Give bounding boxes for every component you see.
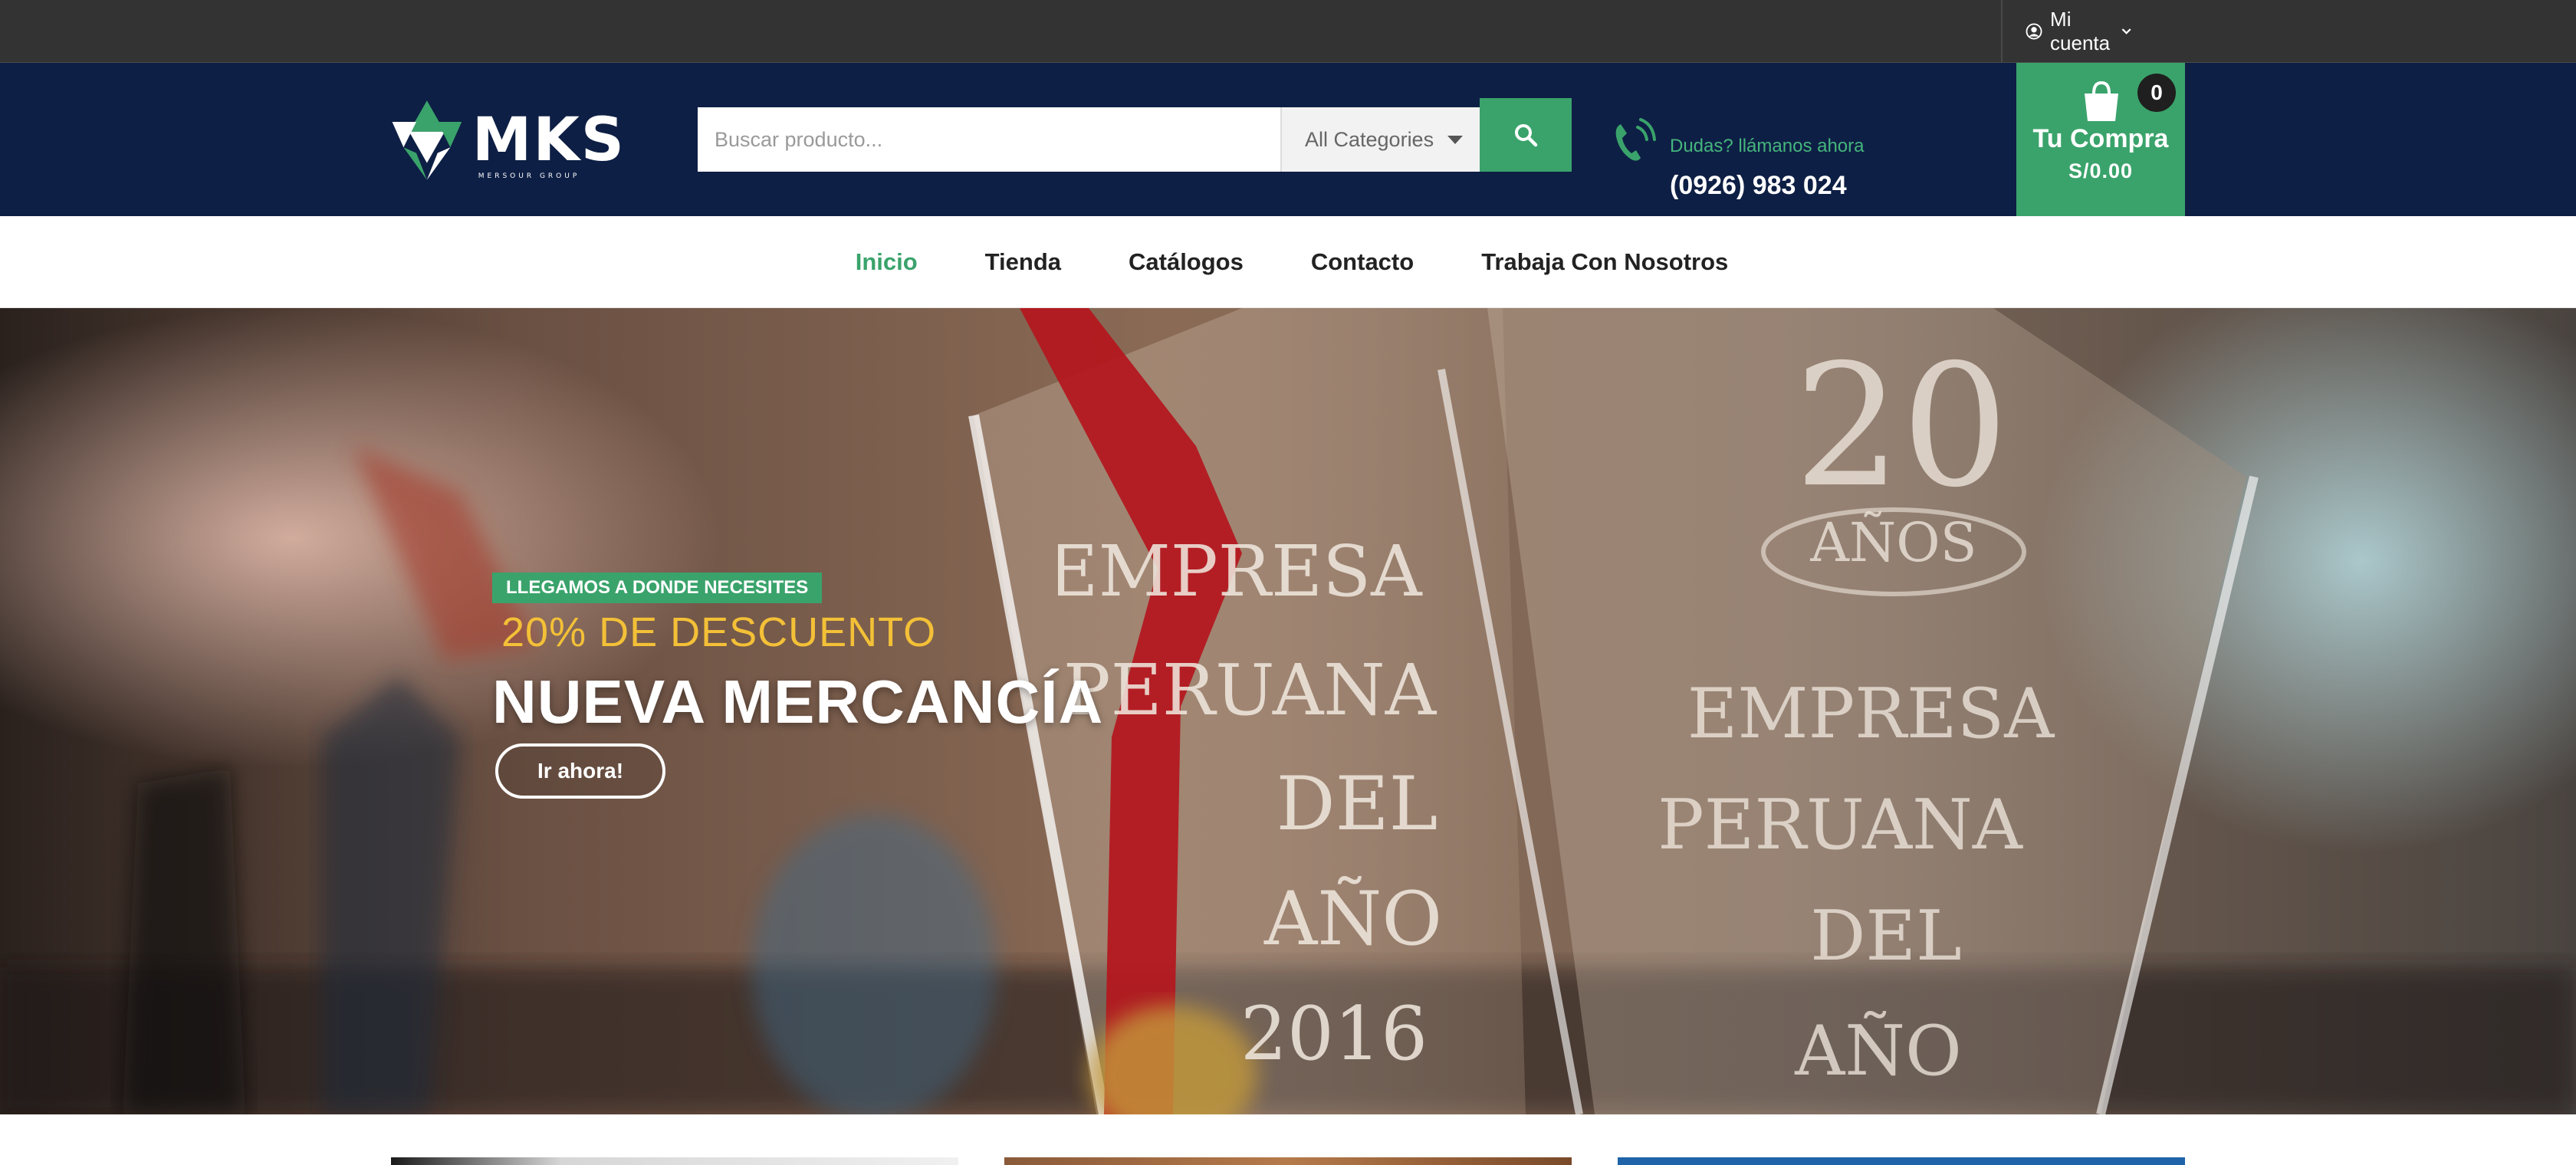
account-label: Mi cuenta [2050, 8, 2111, 54]
nav-item-inicio[interactable]: Inicio [856, 248, 918, 276]
user-icon [2026, 23, 2042, 40]
promo-card-2[interactable] [1004, 1157, 1572, 1165]
account-menu[interactable]: Mi cuenta [2001, 0, 2131, 63]
chevron-down-icon [2121, 28, 2131, 34]
trophy-line-2: PERUANA [1063, 649, 1438, 731]
site-header: MKS MERSOUR GROUP All Categories Dudas? … [0, 63, 2576, 216]
caret-down-icon [1447, 136, 1463, 144]
nav-item-trabaja[interactable]: Trabaja Con Nosotros [1481, 248, 1728, 276]
hero-kicker-badge: LLEGAMOS A DONDE NECESITES [492, 573, 823, 603]
cart-amount: S/0.00 [2068, 159, 2134, 182]
logo-mark-icon [392, 100, 462, 180]
nav-item-contacto[interactable]: Contacto [1311, 248, 1414, 276]
cart-count-badge: 0 [2137, 74, 2176, 112]
trophy-line-1: EMPRESA [1058, 538, 1423, 612]
phone-icon [1615, 118, 1656, 161]
trophy-r-line-3: DEL [1810, 896, 1962, 976]
category-select-value: All Categories [1305, 127, 1434, 151]
call-info: Dudas? llámanos ahora (0926) 983 024 [1670, 127, 1869, 206]
trophy-engraving-right: 20 AÑOS EMPRESA PERUANA DEL AÑO [1658, 328, 2055, 1091]
trophy-engraving-left: EMPRESA PERUANA DEL AÑO 2016 [1058, 538, 1442, 1077]
trophy-r-line-2: PERUANA [1658, 785, 2023, 865]
logo-wordmark: MKS MERSOUR GROUP [472, 106, 626, 180]
hero-banner: EMPRESA PERUANA DEL AÑO 2016 20 AÑOS EMP… [0, 308, 2576, 1114]
trophy-line-4: AÑO [1263, 876, 1442, 962]
promo-card-3[interactable] [1618, 1157, 2185, 1165]
search-input[interactable] [698, 107, 1280, 172]
hero-headline: NUEVA MERCANCÍA [492, 668, 1104, 736]
trophy-years: 20 [1794, 328, 2009, 524]
trophy-r-line-1: EMPRESA [1687, 674, 2055, 754]
hero-discount: 20% DE DESCUENTO [501, 609, 937, 655]
search-bar: All Categories [698, 98, 1572, 172]
logo[interactable]: MKS MERSOUR GROUP [388, 90, 626, 190]
nav-item-tienda[interactable]: Tienda [985, 248, 1061, 276]
trophy-line-5: 2016 [1240, 991, 1428, 1077]
trophy-line-3: DEL [1276, 761, 1438, 847]
shopping-bag-icon [2085, 80, 2118, 121]
top-bar: Mi cuenta [0, 0, 2576, 63]
cart-button[interactable]: 0 Tu Compra S/0.00 [2016, 63, 2185, 216]
nav-item-catalogos[interactable]: Catálogos [1129, 248, 1244, 276]
hero-cta-button[interactable]: Ir ahora! [495, 743, 665, 799]
phone-number[interactable]: (0926) 983 024 [1670, 165, 1869, 206]
logo-tagline: MERSOUR GROUP [478, 172, 580, 180]
call-prompt: Dudas? llámanos ahora [1670, 136, 1865, 156]
trophy-r-line-4: AÑO [1794, 1011, 1962, 1091]
search-button[interactable] [1480, 98, 1572, 172]
promo-card-1[interactable] [391, 1157, 958, 1165]
trophy-years-label: AÑOS [1809, 511, 1976, 574]
main-nav: Inicio Tienda Catálogos Contacto Trabaja… [0, 216, 2576, 308]
category-select[interactable]: All Categories [1280, 107, 1480, 172]
search-icon [1515, 124, 1538, 147]
cart-label: Tu Compra [2032, 124, 2169, 153]
